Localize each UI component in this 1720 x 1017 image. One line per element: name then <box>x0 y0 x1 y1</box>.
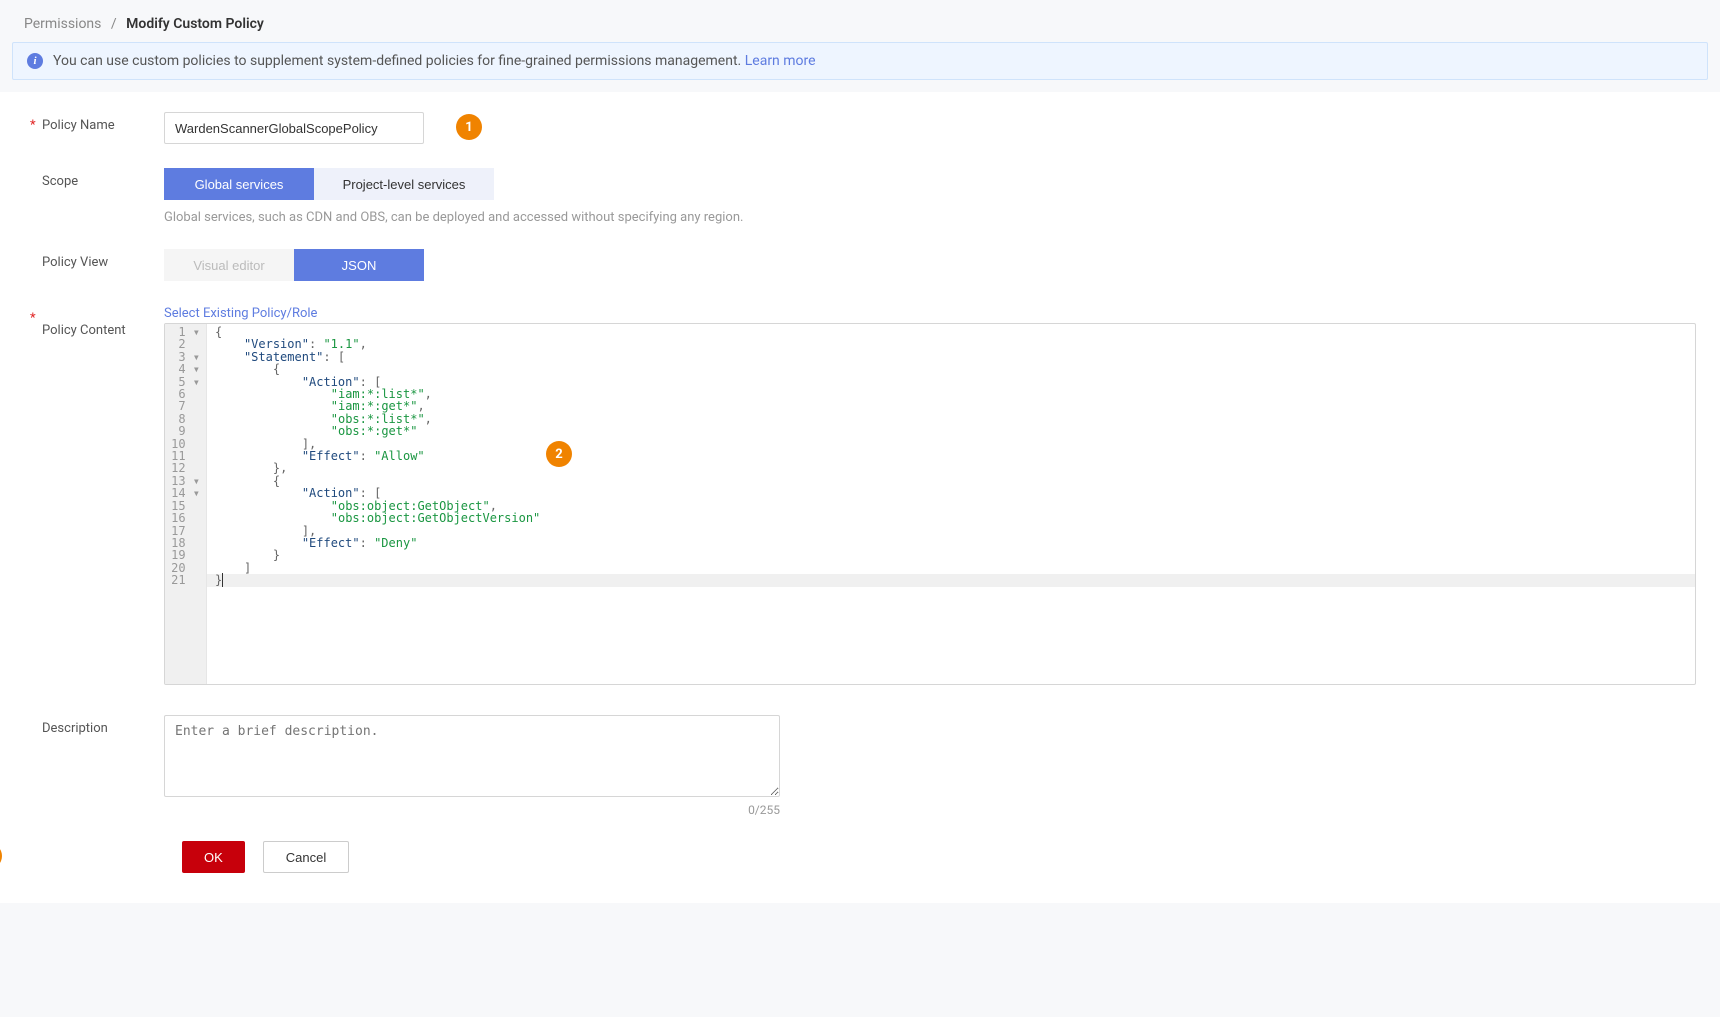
breadcrumb: Permissions / Modify Custom Policy <box>0 0 1720 42</box>
scope-option-project[interactable]: Project-level services <box>314 168 494 200</box>
row-actions: 3 OK Cancel <box>24 841 1696 873</box>
json-editor[interactable]: 1 ▾ 2 3 ▾ 4 ▾ 5 ▾ 6 7 8 9 10 11 12 13 ▾ … <box>164 323 1696 685</box>
breadcrumb-separator: / <box>111 16 117 32</box>
row-policy-name: Policy Name 1 <box>24 112 1696 144</box>
scope-option-global[interactable]: Global services <box>164 168 314 200</box>
scope-segmented: Global services Project-level services <box>164 168 1696 200</box>
scope-help-text: Global services, such as CDN and OBS, ca… <box>164 210 1696 225</box>
callout-2: 2 <box>546 441 572 467</box>
row-policy-view: Policy View Visual editor JSON <box>24 249 1696 281</box>
label-description: Description <box>24 715 164 736</box>
callout-1: 1 <box>456 114 482 140</box>
label-scope: Scope <box>24 168 164 189</box>
row-policy-content: Policy Content Select Existing Policy/Ro… <box>24 305 1696 685</box>
info-banner-link[interactable]: Learn more <box>745 53 816 69</box>
select-existing-link[interactable]: Select Existing Policy/Role <box>164 306 317 321</box>
ok-button[interactable]: OK <box>182 841 245 873</box>
policyview-option-json[interactable]: JSON <box>294 249 424 281</box>
info-icon: i <box>27 53 43 69</box>
label-policy-view: Policy View <box>24 249 164 270</box>
breadcrumb-parent[interactable]: Permissions <box>24 16 101 32</box>
info-banner: i You can use custom policies to supplem… <box>12 42 1708 80</box>
breadcrumb-current: Modify Custom Policy <box>126 16 264 32</box>
description-char-count: 0/255 <box>164 803 780 817</box>
label-policy-content: Policy Content <box>24 305 164 338</box>
row-scope: Scope Global services Project-level serv… <box>24 168 1696 225</box>
editor-code[interactable]: { "Version": "1.1", "Statement": [ { "Ac… <box>207 324 1695 684</box>
policyview-segmented: Visual editor JSON <box>164 249 1696 281</box>
callout-3: 3 <box>0 843 2 869</box>
editor-gutter: 1 ▾ 2 3 ▾ 4 ▾ 5 ▾ 6 7 8 9 10 11 12 13 ▾ … <box>165 324 207 684</box>
description-textarea[interactable] <box>164 715 780 797</box>
row-description: Description 0/255 <box>24 715 1696 817</box>
policy-name-input[interactable] <box>164 112 424 144</box>
cancel-button[interactable]: Cancel <box>263 841 349 873</box>
policyview-option-visual[interactable]: Visual editor <box>164 249 294 281</box>
info-banner-text: You can use custom policies to supplemen… <box>53 53 741 69</box>
label-policy-name: Policy Name <box>24 112 164 133</box>
